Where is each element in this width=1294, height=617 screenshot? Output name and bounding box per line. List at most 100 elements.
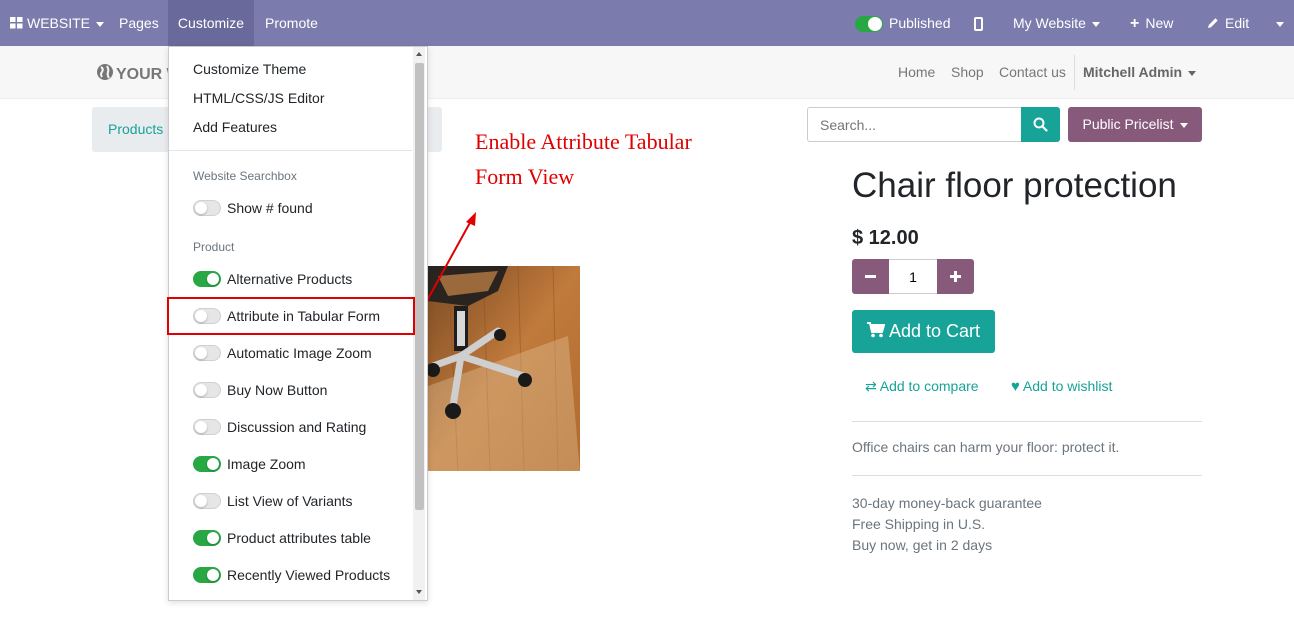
quantity-minus-button[interactable] bbox=[852, 259, 889, 294]
chevron-down-icon bbox=[96, 21, 105, 27]
option-buy-now-button[interactable]: Buy Now Button bbox=[193, 380, 413, 400]
option-show-found[interactable]: Show # found bbox=[193, 198, 413, 218]
new-button[interactable]: + New bbox=[1130, 0, 1173, 46]
option-product-attributes-table[interactable]: Product attributes table bbox=[193, 528, 413, 548]
chevron-down-icon bbox=[1276, 21, 1284, 27]
minus-icon bbox=[865, 275, 876, 278]
quantity-input[interactable] bbox=[889, 260, 937, 293]
nav-shop[interactable]: Shop bbox=[951, 64, 984, 80]
add-features-link[interactable]: Add Features bbox=[193, 119, 277, 135]
more-menu-toggle[interactable] bbox=[1274, 0, 1294, 46]
option-label: Recently Viewed Products bbox=[227, 567, 391, 583]
add-to-wishlist-label: Add to wishlist bbox=[1022, 378, 1113, 394]
option-label: List View of Variants bbox=[227, 493, 353, 509]
annotation-text: Enable Attribute Tabular Form View bbox=[475, 124, 692, 194]
apps-grid-icon bbox=[10, 1, 23, 47]
option-alternative-products[interactable]: Alternative Products bbox=[193, 269, 413, 289]
product-title: Chair floor protection bbox=[852, 166, 1177, 205]
add-to-compare-link[interactable]: ⇄ Add to compare bbox=[865, 378, 979, 395]
term-delivery: Buy now, get in 2 days bbox=[852, 537, 993, 553]
product-terms: 30-day money-back guarantee Free Shippin… bbox=[852, 493, 1042, 556]
website-menu[interactable]: WEBSITE bbox=[10, 0, 105, 47]
website-topbar: WEBSITE Pages Customize Promote Publishe… bbox=[0, 0, 1294, 46]
search-button[interactable] bbox=[1021, 107, 1060, 142]
term-free-shipping: Free Shipping in U.S. bbox=[852, 516, 986, 532]
mobile-phone-icon bbox=[974, 17, 983, 32]
toggle-switch[interactable] bbox=[193, 493, 221, 509]
plus-icon: + bbox=[1130, 15, 1140, 32]
edit-button[interactable]: Edit bbox=[1207, 0, 1249, 46]
option-automatic-image-zoom[interactable]: Automatic Image Zoom bbox=[193, 343, 413, 363]
heart-icon: ♥ bbox=[1011, 378, 1020, 395]
option-recently-viewed-products[interactable]: Recently Viewed Products bbox=[193, 565, 413, 585]
pricelist-dropdown[interactable]: Public Pricelist bbox=[1068, 107, 1202, 142]
annotation-line-2: Form View bbox=[475, 164, 575, 189]
product-header: Product bbox=[193, 240, 235, 254]
chevron-down-icon bbox=[1179, 122, 1188, 128]
option-list-view-of-variants[interactable]: List View of Variants bbox=[193, 491, 413, 511]
customize-theme-link[interactable]: Customize Theme bbox=[193, 61, 306, 77]
scroll-up-arrow-icon[interactable] bbox=[416, 52, 422, 56]
globe-icon bbox=[96, 63, 114, 86]
published-switch-icon bbox=[855, 16, 883, 33]
edit-label: Edit bbox=[1225, 15, 1250, 31]
nav-home[interactable]: Home bbox=[898, 64, 935, 80]
add-to-cart-button[interactable]: Add to Cart bbox=[852, 310, 995, 353]
toggle-switch[interactable] bbox=[193, 567, 221, 583]
my-website-menu[interactable]: My Website bbox=[1013, 0, 1100, 46]
search-box bbox=[807, 107, 1021, 142]
promote-menu[interactable]: Promote bbox=[265, 0, 318, 46]
nav-divider bbox=[1074, 55, 1075, 90]
option-label: Product attributes table bbox=[227, 530, 371, 546]
published-toggle[interactable]: Published bbox=[855, 0, 951, 46]
published-label: Published bbox=[889, 15, 951, 31]
breadcrumb-products[interactable]: Products bbox=[108, 121, 163, 137]
option-label: Buy Now Button bbox=[227, 382, 328, 398]
nav-contact-us[interactable]: Contact us bbox=[999, 64, 1066, 80]
html-css-js-editor-link[interactable]: HTML/CSS/JS Editor bbox=[193, 90, 324, 106]
toggle-switch[interactable] bbox=[193, 456, 221, 472]
user-name: Mitchell Admin bbox=[1083, 64, 1183, 80]
toggle-switch[interactable] bbox=[193, 271, 221, 287]
toggle-switch[interactable] bbox=[193, 345, 221, 361]
annotation-line-1: Enable Attribute Tabular bbox=[475, 129, 692, 154]
mobile-preview-button[interactable] bbox=[974, 0, 983, 46]
option-label: Automatic Image Zoom bbox=[227, 345, 372, 361]
pencil-icon bbox=[1207, 1, 1219, 47]
pages-menu[interactable]: Pages bbox=[119, 0, 159, 46]
add-to-cart-label: Add to Cart bbox=[888, 321, 981, 341]
add-to-wishlist-link[interactable]: ♥ Add to wishlist bbox=[1011, 378, 1112, 395]
user-menu[interactable]: Mitchell Admin bbox=[1083, 64, 1197, 80]
option-label: Show # found bbox=[227, 200, 313, 216]
website-searchbox-header: Website Searchbox bbox=[193, 169, 297, 183]
option-discussion-and-rating[interactable]: Discussion and Rating bbox=[193, 417, 413, 437]
chevron-down-icon bbox=[1188, 70, 1197, 76]
toggle-switch[interactable] bbox=[193, 530, 221, 546]
shopping-cart-icon bbox=[866, 311, 886, 354]
product-description: Office chairs can harm your floor: prote… bbox=[852, 439, 1120, 455]
my-website-label: My Website bbox=[1013, 15, 1086, 31]
search-input[interactable] bbox=[808, 108, 1021, 141]
dropdown-divider bbox=[169, 150, 412, 151]
option-label: Alternative Products bbox=[227, 271, 353, 287]
quantity-plus-button[interactable] bbox=[937, 259, 974, 294]
toggle-switch[interactable] bbox=[193, 419, 221, 435]
scrollbar-thumb[interactable] bbox=[415, 63, 424, 510]
divider bbox=[852, 475, 1202, 476]
option-label: Image Zoom bbox=[227, 456, 306, 472]
toggle-switch[interactable] bbox=[193, 200, 221, 216]
pricelist-label: Public Pricelist bbox=[1082, 116, 1174, 132]
toggle-switch[interactable] bbox=[193, 382, 221, 398]
option-image-zoom[interactable]: Image Zoom bbox=[193, 454, 413, 474]
new-label: New bbox=[1145, 15, 1174, 31]
customize-menu[interactable]: Customize bbox=[168, 0, 254, 46]
exchange-icon: ⇄ bbox=[865, 378, 877, 394]
add-to-compare-label: Add to compare bbox=[879, 378, 979, 394]
quantity-box bbox=[889, 259, 937, 294]
highlight-box bbox=[167, 297, 415, 335]
option-label: Discussion and Rating bbox=[227, 419, 367, 435]
scroll-down-arrow-icon[interactable] bbox=[416, 590, 422, 594]
search-icon bbox=[1033, 117, 1048, 137]
divider bbox=[852, 421, 1202, 422]
term-money-back: 30-day money-back guarantee bbox=[852, 495, 1042, 511]
